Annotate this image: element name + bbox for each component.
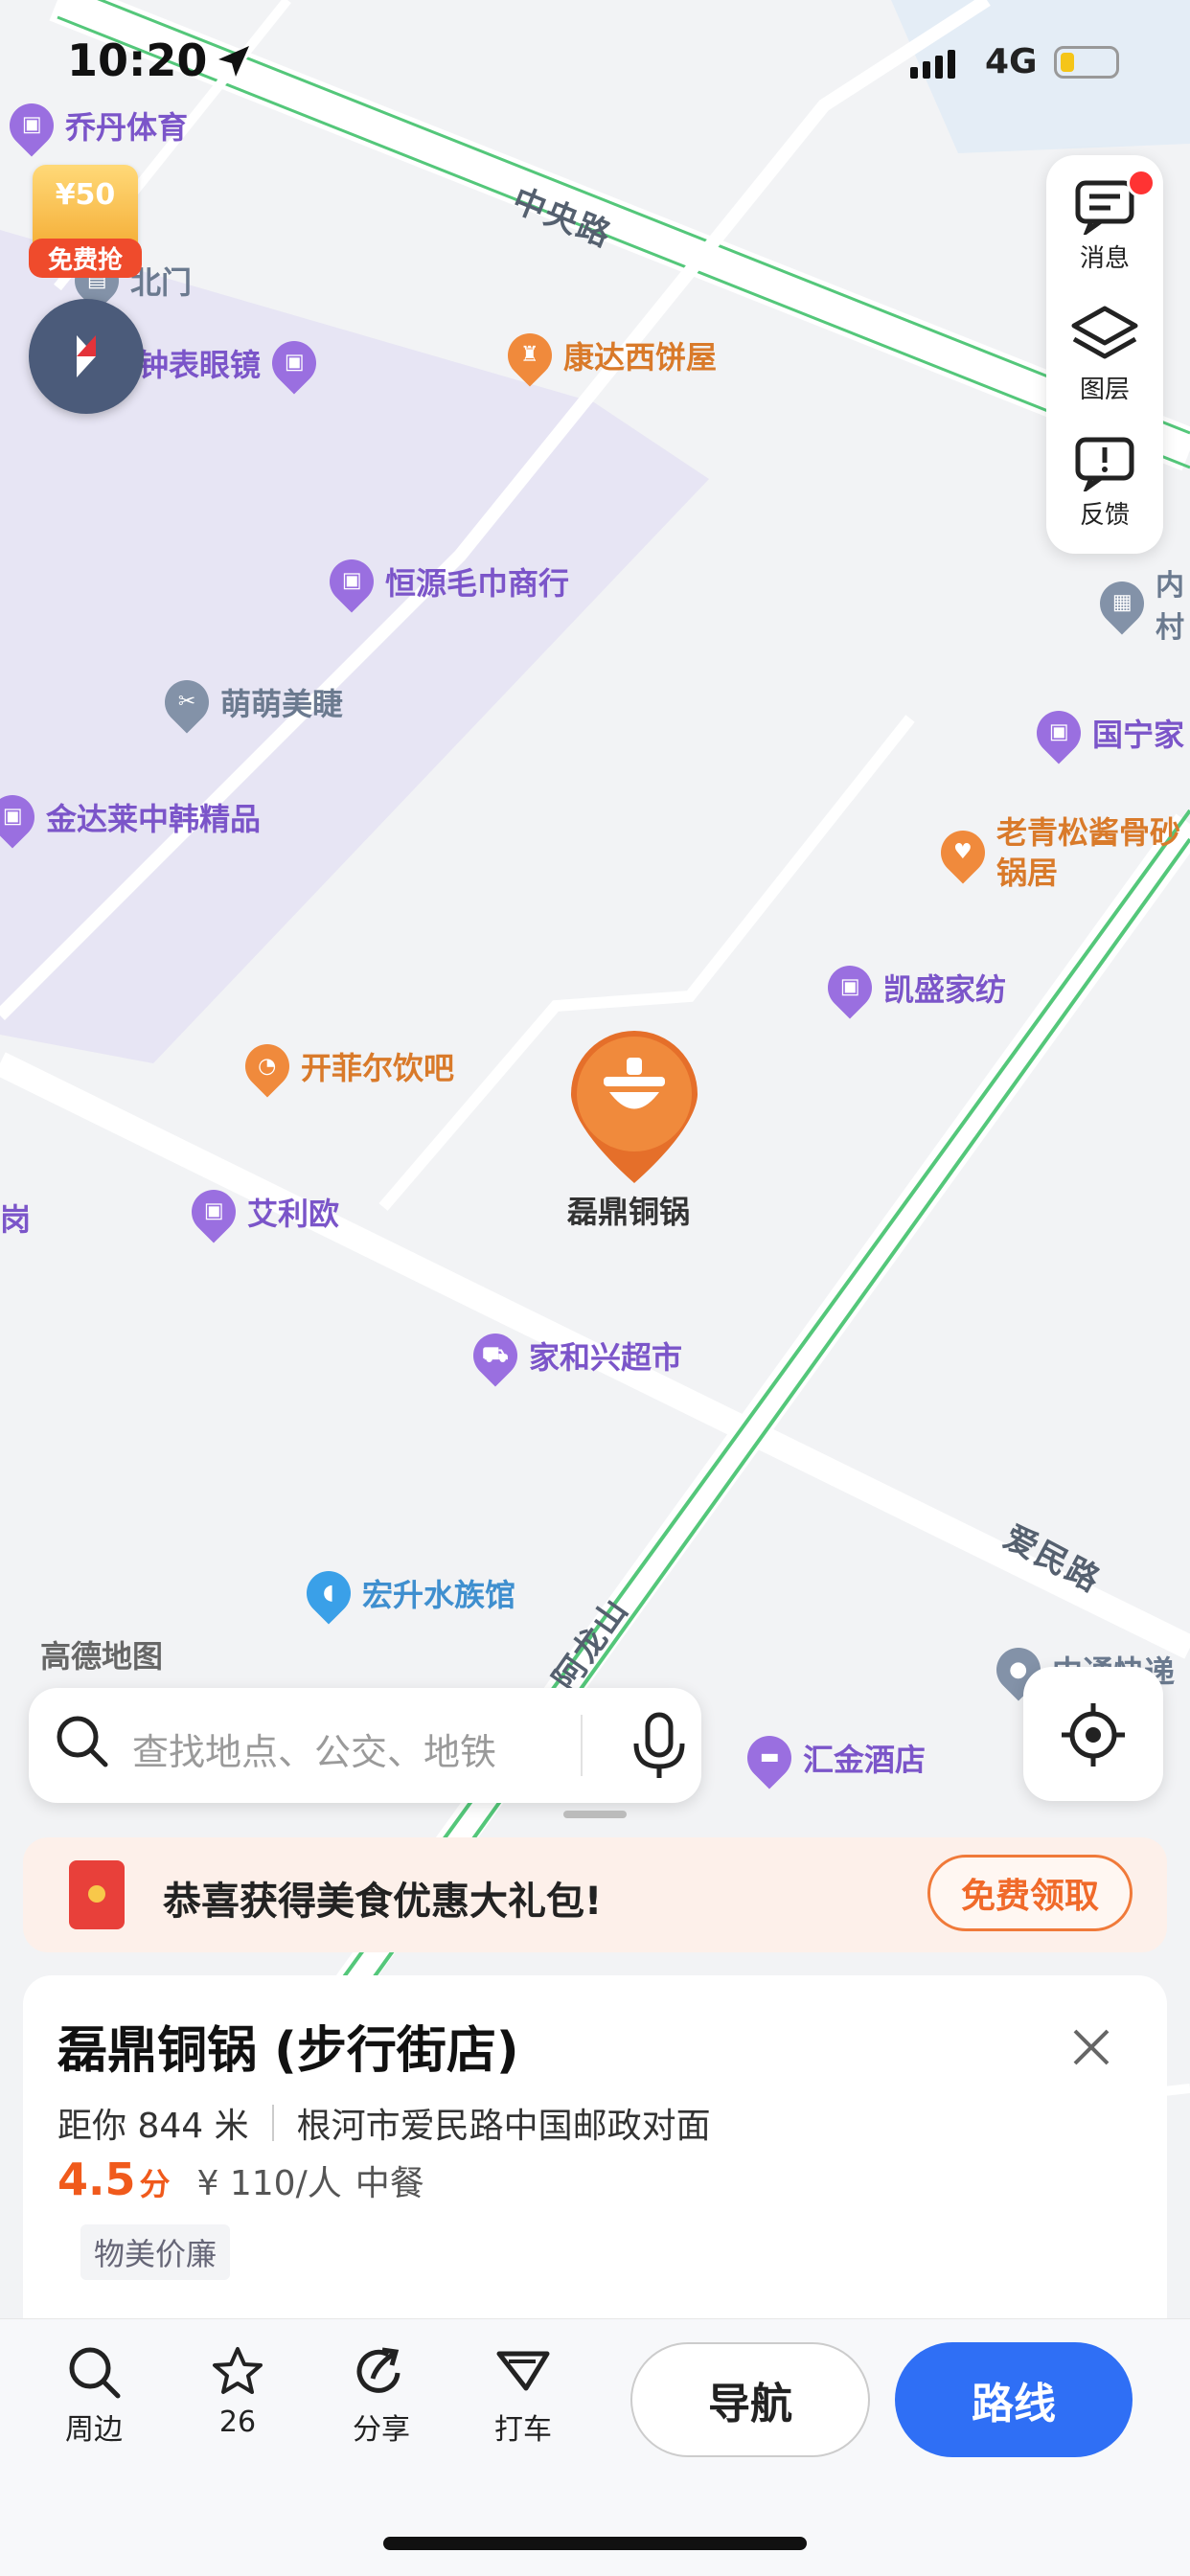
hotel-icon: ▬ [738,1726,801,1790]
crosshair-icon [1062,1703,1125,1767]
cellular-signal-icon [910,50,955,79]
feedback-button[interactable]: 反馈 [1046,420,1163,546]
coupon-badge[interactable]: ¥50 免费抢 [29,165,142,278]
promo-banner[interactable]: 恭喜获得美食优惠大礼包! 免费领取 [23,1837,1167,1952]
dolphin-icon: ◖ [297,1562,360,1625]
cart-icon: ⛟ [464,1324,527,1387]
bank-icon: ▦ [1090,572,1154,635]
poi-kangda[interactable]: ♜ 康达西饼屋 [498,324,717,387]
coupon-label: 免费抢 [29,239,142,278]
shop-icon: ▣ [818,956,881,1019]
poi-neicun[interactable]: ▦ 内村 [1090,561,1190,646]
taxi-icon [496,2351,550,2391]
bakery-icon: ♜ [498,324,561,387]
compass-icon [77,335,96,377]
divider [271,2105,274,2141]
poi-hengyuan[interactable]: ▣ 恒源毛巾商行 [320,550,569,613]
nearby-button[interactable]: 周边 [36,2344,151,2448]
drink-icon: ◔ [236,1035,299,1098]
claim-button[interactable]: 免费领取 [927,1855,1133,1931]
scissors-icon: ✂ [155,671,218,734]
red-envelope-icon [69,1860,125,1929]
promo-text: 恭喜获得美食优惠大礼包! [163,1880,603,1924]
divider [581,1715,583,1776]
poi-laoqingsong[interactable]: ♥ 老青松酱骨砂锅居 [931,812,1188,893]
home-indicator[interactable] [383,2537,807,2550]
layers-button[interactable]: 图层 [1046,291,1163,418]
poi-guoning[interactable]: ▣ 国宁家 [1027,701,1184,764]
poi-hongsheng[interactable]: ◖ 宏升水族馆 [297,1562,515,1625]
favorite-button[interactable]: 26 [180,2344,295,2439]
shop-icon: ▣ [1027,701,1090,764]
route-button[interactable]: 路线 [895,2342,1133,2457]
price-per-person: ¥ 110/人 [196,2164,342,2203]
place-rating-row: 4.5 分 ¥ 110/人 中餐 [57,2154,424,2205]
cuisine-type: 中餐 [355,2164,424,2203]
poi-jindalai[interactable]: ▣ 金达莱中韩精品 [0,786,261,849]
poi-gang[interactable]: 岗 [0,1196,31,1240]
feedback-icon [1075,437,1134,491]
search-input[interactable]: 查找地点、公交、地铁 [132,1722,496,1775]
drag-handle[interactable] [563,1811,627,1818]
amap-logo: 高德地图 [40,1638,164,1675]
shop-icon: ▣ [182,1180,245,1243]
poi-qiaodan[interactable]: ▣ 乔丹体育 [0,94,188,157]
place-card: 磊鼎铜锅 (步行街店) 距你 844 米 根河市爱民路中国邮政对面 4.5 分 … [23,1975,1167,2320]
shop-icon: ▣ [0,94,63,157]
share-button[interactable]: 分享 [324,2344,439,2448]
selected-poi-label[interactable]: 磊鼎铜锅 [567,1188,690,1232]
navigate-button[interactable]: 导航 [630,2342,870,2457]
shop-icon: ▣ [263,331,326,395]
place-tag: 物美价廉 [80,2224,231,2280]
location-arrow-icon [218,46,249,77]
shop-icon: ▣ [0,786,44,849]
poi-jiahexing[interactable]: ⛟ 家和兴超市 [464,1324,682,1387]
place-distance: 距你 844 米 [57,2107,249,2146]
search-icon [57,1716,108,1767]
place-meta: 距你 844 米 根河市爱民路中国邮政对面 [57,2098,711,2148]
compass-button[interactable] [29,299,144,414]
status-time: 10:20 [67,34,208,86]
place-title: 磊鼎铜锅 (步行街店) [57,2022,519,2080]
taxi-button[interactable]: 打车 [466,2344,581,2448]
locate-me-button[interactable] [1023,1667,1163,1801]
share-icon [356,2347,400,2393]
search-bar[interactable]: 查找地点、公交、地铁 [29,1688,701,1803]
message-badge [1127,169,1156,197]
rating-unit: 分 [139,2166,171,2202]
microphone-icon[interactable] [623,1709,696,1782]
rating-score: 4.5 [57,2154,136,2205]
network-type: 4G [985,42,1038,81]
poi-kaifeier[interactable]: ◔ 开菲尔饮吧 [236,1035,454,1098]
coupon-amount: ¥50 [55,178,116,212]
poi-kaisheng[interactable]: ▣ 凯盛家纺 [818,956,1006,1019]
search-icon [69,2347,121,2399]
close-icon[interactable] [1067,2023,1115,2071]
poi-mengmeng[interactable]: ✂ 萌萌美睫 [155,671,343,734]
layers-icon [1071,306,1138,358]
star-icon [213,2347,263,2394]
battery-icon [1054,46,1119,79]
shop-icon: ▣ [320,550,383,613]
map-toolbar: 消息 图层 反馈 [1046,155,1163,554]
status-bar: 10:20 4G [0,29,1190,96]
restaurant-icon: ♥ [931,821,995,884]
place-address: 根河市爱民路中国邮政对面 [296,2107,711,2146]
poi-ailiou[interactable]: ▣ 艾利欧 [182,1180,339,1243]
poi-huijin[interactable]: ▬ 汇金酒店 [738,1726,926,1790]
message-icon [1075,180,1134,235]
